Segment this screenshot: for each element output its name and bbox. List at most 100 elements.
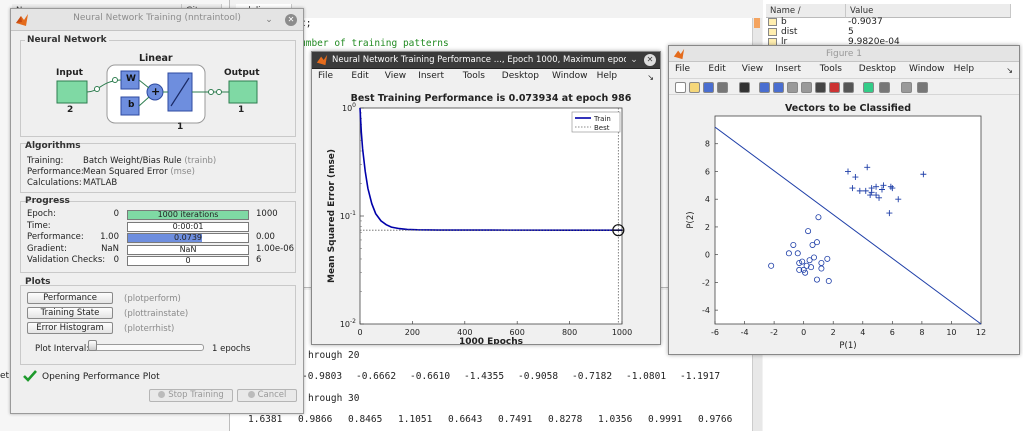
x-tick-label: 6	[890, 328, 895, 337]
cw-value: -1.0801	[626, 371, 667, 382]
performance-chart: Best Training Performance is 0.073934 at…	[327, 93, 632, 347]
menu-insert[interactable]: Insert	[775, 64, 801, 74]
menu-arrow-icon[interactable]: ↘	[647, 73, 654, 82]
algo-code: (mse)	[170, 167, 195, 177]
menu-insert[interactable]: Insert	[418, 71, 444, 81]
workspace-header-name[interactable]: Name /	[766, 4, 846, 18]
cw-value: -0.9058	[518, 371, 559, 382]
progress-bar: 0.0739	[127, 233, 249, 243]
cw-value: -0.7182	[572, 371, 613, 382]
perf-title: Neural Network Training Performance ...,…	[332, 55, 626, 65]
menu-desktop[interactable]: Desktop	[859, 64, 896, 74]
output-size: 1	[238, 105, 245, 115]
zoom-in-icon[interactable]	[759, 82, 770, 93]
menu-edit[interactable]: Edit	[708, 64, 725, 74]
table-var-icon	[768, 18, 777, 26]
cancel-label: Cancel	[257, 390, 287, 400]
node-dot	[208, 89, 214, 95]
dock-icon[interactable]	[917, 82, 928, 93]
legend-best-label: Best	[594, 124, 610, 132]
performance-window: Neural Network Training Performance ...,…	[311, 51, 661, 347]
workspace-row[interactable]: b -0.9037	[768, 17, 1018, 27]
table-var-icon	[768, 28, 777, 36]
x-tick-label: 10	[946, 328, 956, 337]
training-state-button[interactable]: Training State	[27, 307, 113, 319]
cw-value: 0.9991	[648, 414, 683, 425]
menu-arrow-icon[interactable]: ↘	[1006, 66, 1013, 75]
close-icon[interactable]: ✕	[285, 14, 297, 26]
cw-value: 0.8278	[548, 414, 583, 425]
new-figure-icon[interactable]	[675, 82, 686, 93]
error-histogram-button[interactable]: Error Histogram	[27, 322, 113, 334]
save-icon[interactable]	[703, 82, 714, 93]
menu-view[interactable]: View	[385, 71, 406, 81]
cw-value: 0.6643	[448, 414, 483, 425]
menu-help[interactable]: Help	[954, 64, 975, 74]
y-tick-label: 100	[342, 102, 356, 113]
algo-performance-label: Performance:	[27, 167, 84, 177]
menu-file[interactable]: File	[675, 64, 690, 74]
fig1-toolbar	[669, 78, 1019, 95]
plot-interval-slider[interactable]	[89, 344, 204, 351]
nntool-titlebar[interactable]: Neural Network Training (nntraintool) ⌄ …	[11, 9, 303, 31]
y-tick-exponent: -1	[350, 210, 356, 217]
cw-value: 0.9766	[698, 414, 733, 425]
cw-through-20: hrough 20	[308, 350, 360, 361]
minimize-icon[interactable]: ⌄	[263, 14, 275, 26]
cw-through-30: hrough 30	[308, 393, 360, 404]
open-icon[interactable]	[689, 82, 700, 93]
hide-tools-icon[interactable]	[901, 82, 912, 93]
rotate-icon[interactable]	[801, 82, 812, 93]
workspace-header-value[interactable]: Value	[846, 4, 1011, 18]
pan-icon[interactable]	[787, 82, 798, 93]
data-cursor-icon[interactable]	[815, 82, 826, 93]
menu-window[interactable]: Window	[552, 71, 588, 81]
workspace-row[interactable]: dist 5	[768, 27, 1018, 37]
menu-view[interactable]: View	[742, 64, 763, 74]
menu-help[interactable]: Help	[597, 71, 618, 81]
menu-tools[interactable]: Tools	[463, 71, 485, 81]
menu-window[interactable]: Window	[909, 64, 945, 74]
fig1-titlebar[interactable]: Figure 1	[669, 46, 1019, 62]
layer-label: Linear	[139, 53, 173, 64]
x-axis-label: P(1)	[839, 341, 856, 351]
scroll-thumb[interactable]	[754, 18, 760, 28]
layer-size: 1	[177, 122, 184, 132]
link-icon[interactable]	[843, 82, 854, 93]
brush-icon[interactable]	[829, 82, 840, 93]
progress-label: Time:	[27, 220, 51, 231]
progress-start: NaN	[101, 243, 119, 254]
progress-start: 0	[113, 209, 119, 219]
progress-end: 1.00e-06	[256, 243, 295, 254]
y-tick-label: -2	[702, 278, 710, 287]
pointer-icon[interactable]	[739, 82, 750, 93]
close-icon[interactable]: ✕	[644, 54, 656, 66]
performance-plot-button[interactable]: Performance	[27, 292, 113, 304]
plot-area	[359, 107, 623, 325]
stop-training-button[interactable]: Stop Training	[149, 389, 233, 402]
cw-value: 0.8465	[348, 414, 383, 425]
x-tick-label: 0	[357, 328, 362, 337]
plots-section-label: Plots	[25, 277, 51, 287]
node-dot	[112, 77, 118, 83]
nntraintool-window: Neural Network Training (nntraintool) ⌄ …	[10, 8, 304, 414]
perf-titlebar[interactable]: Neural Network Training Performance ...,…	[312, 52, 660, 69]
menu-desktop[interactable]: Desktop	[502, 71, 539, 81]
slider-thumb-icon[interactable]	[88, 340, 97, 351]
legend-icon[interactable]	[879, 82, 890, 93]
colorbar-icon[interactable]	[863, 82, 874, 93]
cancel-button[interactable]: Cancel	[237, 389, 297, 402]
input-label: Input	[56, 68, 83, 78]
node-dot	[216, 89, 222, 95]
minimize-icon[interactable]: ⌄	[628, 54, 640, 66]
input-block	[56, 80, 88, 104]
sum-symbol: +	[151, 85, 161, 98]
cw-value: -1.1917	[680, 371, 721, 382]
menu-file[interactable]: File	[318, 71, 333, 81]
menu-tools[interactable]: Tools	[820, 64, 842, 74]
print-icon[interactable]	[717, 82, 728, 93]
algo-training-label: Training:	[27, 156, 64, 166]
zoom-out-icon[interactable]	[773, 82, 784, 93]
menu-edit[interactable]: Edit	[351, 71, 368, 81]
network-section-label: Neural Network	[25, 35, 109, 45]
